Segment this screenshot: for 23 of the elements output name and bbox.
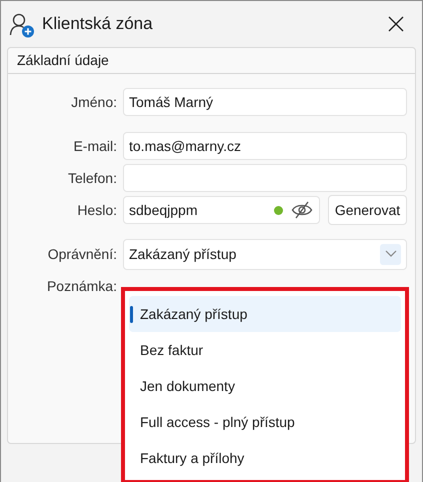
- input-field[interactable]: Tomáš Marný: [123, 88, 407, 116]
- chevron-icon: [380, 244, 401, 264]
- field-label: Telefon:: [66, 170, 118, 186]
- select-field[interactable]: Zakázaný přístup: [123, 238, 407, 270]
- user-add-icon: [9, 12, 35, 38]
- field-label: Heslo:: [76, 202, 118, 218]
- input-field[interactable]: to.mas@marny.cz: [123, 132, 407, 160]
- tab[interactable]: Základní údaje: [8, 48, 118, 73]
- input-field[interactable]: [123, 164, 407, 192]
- generate-button[interactable]: Generovat: [328, 195, 407, 225]
- field-label: Poznámka:: [46, 278, 118, 294]
- dropdown-option[interactable]: Faktury a přílohy: [129, 440, 401, 476]
- close-icon[interactable]: [388, 16, 404, 32]
- eye-icon[interactable]: [291, 201, 313, 219]
- dropdown-option[interactable]: Zakázaný přístup: [129, 296, 401, 332]
- dropdown-option[interactable]: Full access - plný přístup: [129, 404, 401, 440]
- field-label: Oprávnění:: [46, 246, 118, 262]
- window-title: Klientská zóna: [42, 14, 154, 34]
- field-label: Jméno:: [70, 94, 118, 110]
- password-field[interactable]: sdbeqjppm: [123, 196, 320, 224]
- dropdown-option[interactable]: Bez faktur: [129, 332, 401, 368]
- field-label: E-mail:: [72, 138, 118, 154]
- dropdown-option[interactable]: Jen dokumenty: [129, 368, 401, 404]
